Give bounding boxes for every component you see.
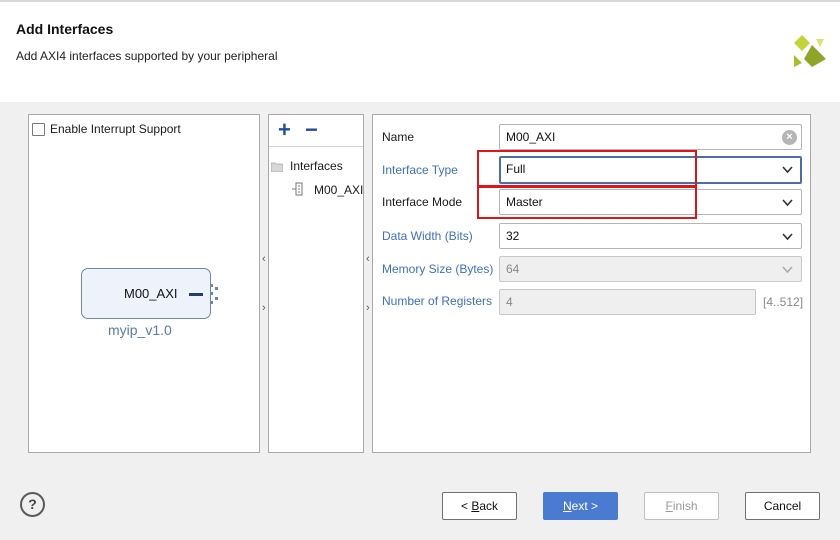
interface-icon: [292, 182, 303, 196]
collapse-left-icon[interactable]: ‹: [262, 253, 266, 265]
expand-right-icon[interactable]: ›: [262, 302, 266, 314]
finish-rest: inish: [672, 499, 698, 513]
interface-tree-panel: + − Interfaces M00_AXI: [268, 114, 364, 453]
tree-item-m00-axi[interactable]: M00_AXI: [314, 183, 364, 197]
name-input[interactable]: M00_AXI ×: [499, 124, 802, 150]
next-rest: ext >: [571, 499, 599, 513]
page-title: Add Interfaces: [16, 21, 114, 37]
interface-type-label: Interface Type: [382, 163, 458, 177]
finish-button: Finish: [644, 492, 719, 520]
chevron-down-icon: [782, 233, 793, 241]
interface-mode-label: Interface Mode: [382, 195, 463, 209]
xilinx-logo-icon: [794, 35, 826, 67]
chevron-down-icon: [782, 266, 793, 274]
num-registers-label: Number of Registers: [382, 294, 493, 308]
tree-toolbar: + −: [269, 115, 363, 147]
ip-port-label: M00_AXI: [124, 286, 178, 301]
enable-interrupt-label[interactable]: Enable Interrupt Support: [50, 122, 181, 136]
bus-connector-icon[interactable]: [209, 283, 225, 305]
remove-interface-button[interactable]: −: [305, 119, 318, 141]
interface-mode-highlight: [477, 186, 697, 219]
back-rest: ack: [479, 499, 499, 513]
chevron-down-icon: [782, 199, 793, 207]
ip-port-pin: [189, 293, 203, 296]
back-prefix: <: [460, 499, 472, 513]
finish-mnemonic: F: [665, 499, 673, 513]
ip-block[interactable]: M00_AXI: [81, 268, 218, 319]
memory-size-value: 64: [506, 262, 520, 276]
chevron-down-icon: [782, 166, 793, 174]
data-width-value: 32: [506, 229, 520, 243]
dialog-header: Add Interfaces Add AXI4 interfaces suppo…: [0, 0, 840, 102]
back-button[interactable]: < Back: [442, 492, 517, 520]
num-registers-input: 4: [499, 289, 756, 315]
help-button[interactable]: ?: [20, 492, 45, 517]
ip-symbol-panel: Enable Interrupt Support M00_AXI myip_v1…: [28, 114, 260, 453]
expand-right-icon[interactable]: ›: [366, 302, 370, 314]
memory-size-select: 64: [499, 256, 802, 282]
page-subtitle: Add AXI4 interfaces supported by your pe…: [16, 49, 278, 63]
cancel-button[interactable]: Cancel: [745, 492, 820, 520]
data-width-select[interactable]: 32: [499, 223, 802, 249]
num-registers-range: [4..512]: [763, 295, 804, 309]
ip-name-label: myip_v1.0: [108, 322, 172, 338]
clear-icon[interactable]: ×: [782, 130, 797, 145]
num-registers-value: 4: [506, 295, 513, 309]
name-label: Name: [382, 130, 415, 144]
interface-type-highlight: [477, 150, 697, 187]
folder-icon: [271, 162, 283, 172]
memory-size-label: Memory Size (Bytes): [382, 262, 494, 276]
data-width-label: Data Width (Bits): [382, 229, 473, 243]
name-value: M00_AXI: [506, 130, 556, 144]
enable-interrupt-checkbox[interactable]: [32, 123, 45, 136]
next-mnemonic: N: [562, 499, 572, 513]
next-button[interactable]: Next >: [543, 492, 618, 520]
add-interface-button[interactable]: +: [278, 119, 291, 141]
collapse-left-icon[interactable]: ‹: [366, 253, 370, 265]
tree-item-interfaces[interactable]: Interfaces: [290, 159, 343, 173]
